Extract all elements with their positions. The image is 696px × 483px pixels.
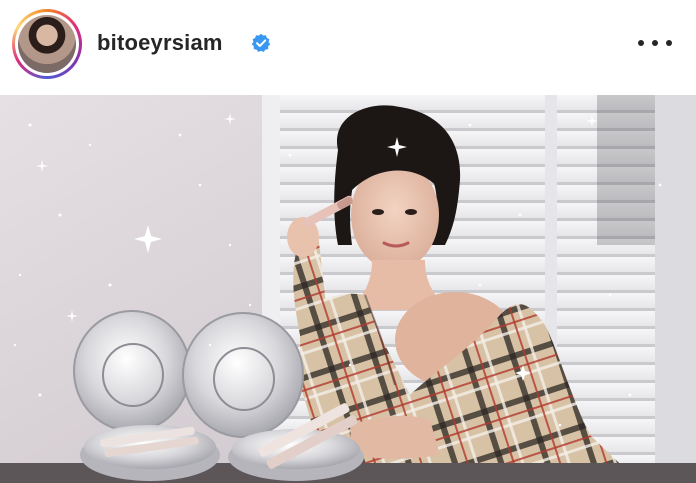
username[interactable]: bitoeyrsiam	[97, 30, 223, 56]
post-header: bitoeyrsiam	[0, 0, 696, 92]
avatar[interactable]	[18, 15, 76, 73]
story-ring[interactable]	[12, 9, 82, 79]
photo-illustration	[0, 95, 696, 483]
more-dot-icon	[638, 40, 644, 46]
more-options-button[interactable]	[638, 30, 672, 56]
post-photo[interactable]	[0, 95, 696, 483]
more-dot-icon	[666, 40, 672, 46]
more-dot-icon	[652, 40, 658, 46]
verified-badge-icon	[251, 33, 271, 52]
